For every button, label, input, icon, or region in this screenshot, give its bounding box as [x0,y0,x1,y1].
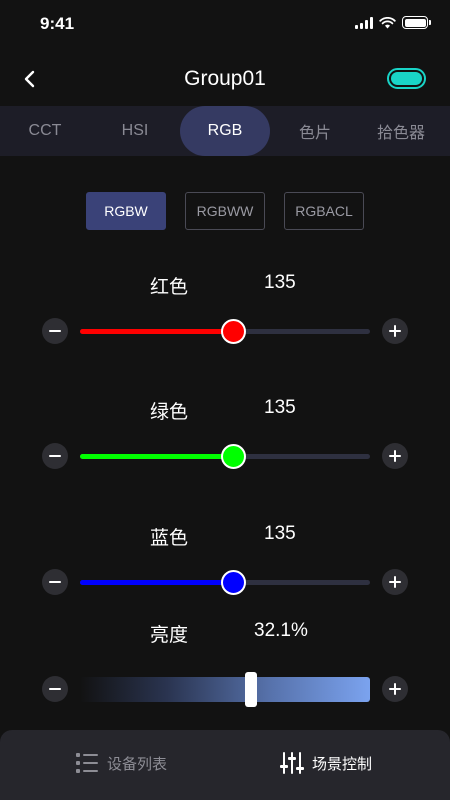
plus-icon [394,683,396,695]
green-slider-track[interactable] [80,444,370,469]
red-increase-button[interactable] [382,318,408,344]
blue-slider-track[interactable] [80,570,370,595]
toggle-knob [391,72,422,85]
rgb-mode-group: RGBW RGBWW RGBACL [0,192,450,230]
blue-channel-label: 蓝色 [150,528,189,549]
tab-gel[interactable]: 色片 [270,106,360,156]
blue-decrease-button[interactable] [42,569,68,595]
status-icons [355,16,431,29]
battery-icon [402,16,431,29]
green-decrease-button[interactable] [42,443,68,469]
minus-icon [49,455,61,457]
sliders-icon [280,752,304,774]
header: Group01 [0,55,450,105]
page-title: Group01 [184,67,266,90]
tab-rgb[interactable]: RGB [180,106,270,156]
tab-color-picker[interactable]: 拾色器 [358,106,444,156]
power-toggle[interactable] [387,68,426,89]
nav-device-list-label: 设备列表 [107,755,168,773]
plus-icon [394,325,396,337]
blue-slider-row [0,567,450,597]
signal-icon [355,16,373,29]
minus-icon [49,581,61,583]
tab-cct[interactable]: CCT [0,106,90,156]
red-decrease-button[interactable] [42,318,68,344]
nav-scene-control-label: 场景控制 [312,755,373,773]
green-channel-label: 绿色 [150,402,189,423]
green-increase-button[interactable] [382,443,408,469]
brightness-slider-thumb[interactable] [245,672,258,707]
mode-rgbacl-button[interactable]: RGBACL [284,192,364,230]
wifi-icon [379,16,396,28]
brightness-increase-button[interactable] [382,676,408,702]
red-channel-label: 红色 [150,277,189,298]
tab-hsi[interactable]: HSI [90,106,180,156]
brightness-slider-track[interactable] [80,672,370,707]
brightness-value: 32.1% [254,620,308,641]
blue-increase-button[interactable] [382,569,408,595]
red-slider-thumb[interactable] [221,319,247,344]
red-channel-header: 红色 135 [0,272,450,298]
green-channel-header: 绿色 135 [0,397,450,423]
blue-slider-fill [80,580,234,585]
green-slider-fill [80,454,234,459]
nav-device-list[interactable]: 设备列表 [75,748,167,778]
minus-icon [49,330,61,332]
green-channel-value: 135 [264,397,296,418]
brightness-decrease-button[interactable] [42,676,68,702]
mode-rgbw-button[interactable]: RGBW [86,192,166,230]
status-time: 9:41 [40,14,75,33]
list-icon [76,753,98,773]
bottom-nav: 设备列表 场景控制 [0,730,450,800]
green-slider-row [0,441,450,471]
nav-scene-control[interactable]: 场景控制 [280,748,372,778]
plus-icon [394,576,396,588]
minus-icon [49,688,61,690]
mode-rgbww-button[interactable]: RGBWW [185,192,265,230]
blue-channel-header: 蓝色 135 [0,523,450,549]
brightness-slider-row [0,672,450,707]
green-slider-thumb[interactable] [221,444,247,469]
red-slider-fill [80,329,234,334]
mode-tabs: CCT HSI RGB 色片 拾色器 [0,106,450,156]
brightness-label: 亮度 [150,625,189,646]
red-slider-track[interactable] [80,319,370,344]
red-slider-row [0,316,450,346]
blue-slider-thumb[interactable] [221,570,247,595]
brightness-header: 亮度 32.1% [0,620,450,646]
blue-channel-value: 135 [264,523,296,544]
red-channel-value: 135 [264,272,296,293]
status-bar: 9:41 [0,0,450,50]
plus-icon [394,450,396,462]
